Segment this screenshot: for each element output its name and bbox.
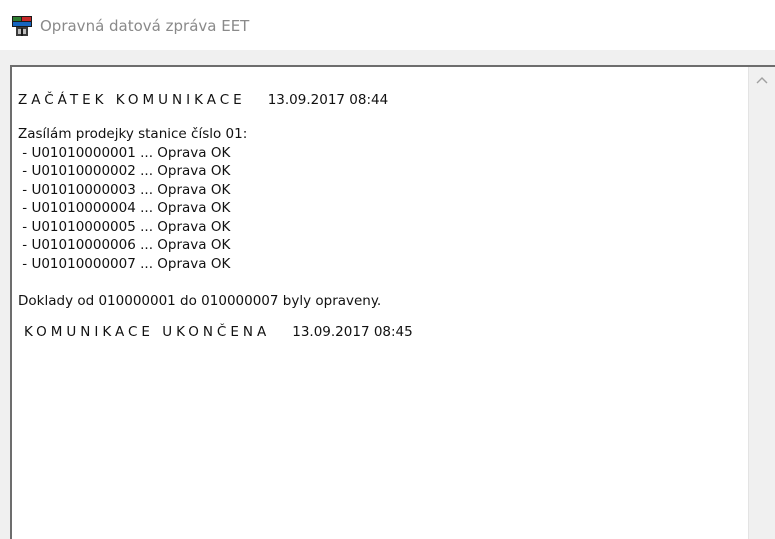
intro-line: Zasílám prodejky stanice číslo 01:: [18, 126, 248, 142]
end-heading: KOMUNIKACE UKONČENA: [24, 323, 271, 340]
end-timestamp: 13.09.2017 08:45: [292, 323, 413, 340]
window-title: Opravná datová zpráva EET: [40, 17, 250, 35]
log-item: - U01010000003 ... Oprava OK: [18, 181, 231, 198]
log-item: - U01010000004 ... Oprava OK: [18, 200, 231, 216]
chevron-up-icon[interactable]: [749, 67, 775, 93]
log-textbox[interactable]: ZAČÁTEK KOMUNIKACE 13.09.2017 08:44 Zasí…: [10, 65, 775, 539]
title-bar[interactable]: Opravná datová zpráva EET: [0, 0, 775, 50]
end-heading-row: KOMUNIKACE UKONČENA 13.09.2017 08:45: [18, 323, 738, 345]
log-item: - U01010000002 ... Oprava OK: [18, 163, 231, 179]
log-item: - U01010000005 ... Oprava OK: [18, 218, 231, 235]
start-heading-row: ZAČÁTEK KOMUNIKACE 13.09.2017 08:44: [18, 91, 738, 113]
start-timestamp: 13.09.2017 08:44: [267, 92, 389, 108]
vertical-scrollbar[interactable]: [748, 67, 775, 539]
log-item: - U01010000007 ... Oprava OK: [18, 255, 231, 272]
log-content: ZAČÁTEK KOMUNIKACE 13.09.2017 08:44 Zasí…: [18, 91, 738, 345]
app-window: Opravná datová zpráva EET ZAČÁTEK KOMUNI…: [0, 0, 775, 539]
log-item: - U01010000001 ... Oprava OK: [18, 144, 231, 161]
log-item: - U01010000006 ... Oprava OK: [18, 237, 231, 253]
client-area: ZAČÁTEK KOMUNIKACE 13.09.2017 08:44 Zasí…: [0, 50, 775, 539]
eet-app-icon: [12, 16, 32, 36]
summary-line: Doklady od 010000001 do 010000007 byly o…: [18, 293, 382, 309]
start-heading: ZAČÁTEK KOMUNIKACE: [18, 92, 246, 108]
